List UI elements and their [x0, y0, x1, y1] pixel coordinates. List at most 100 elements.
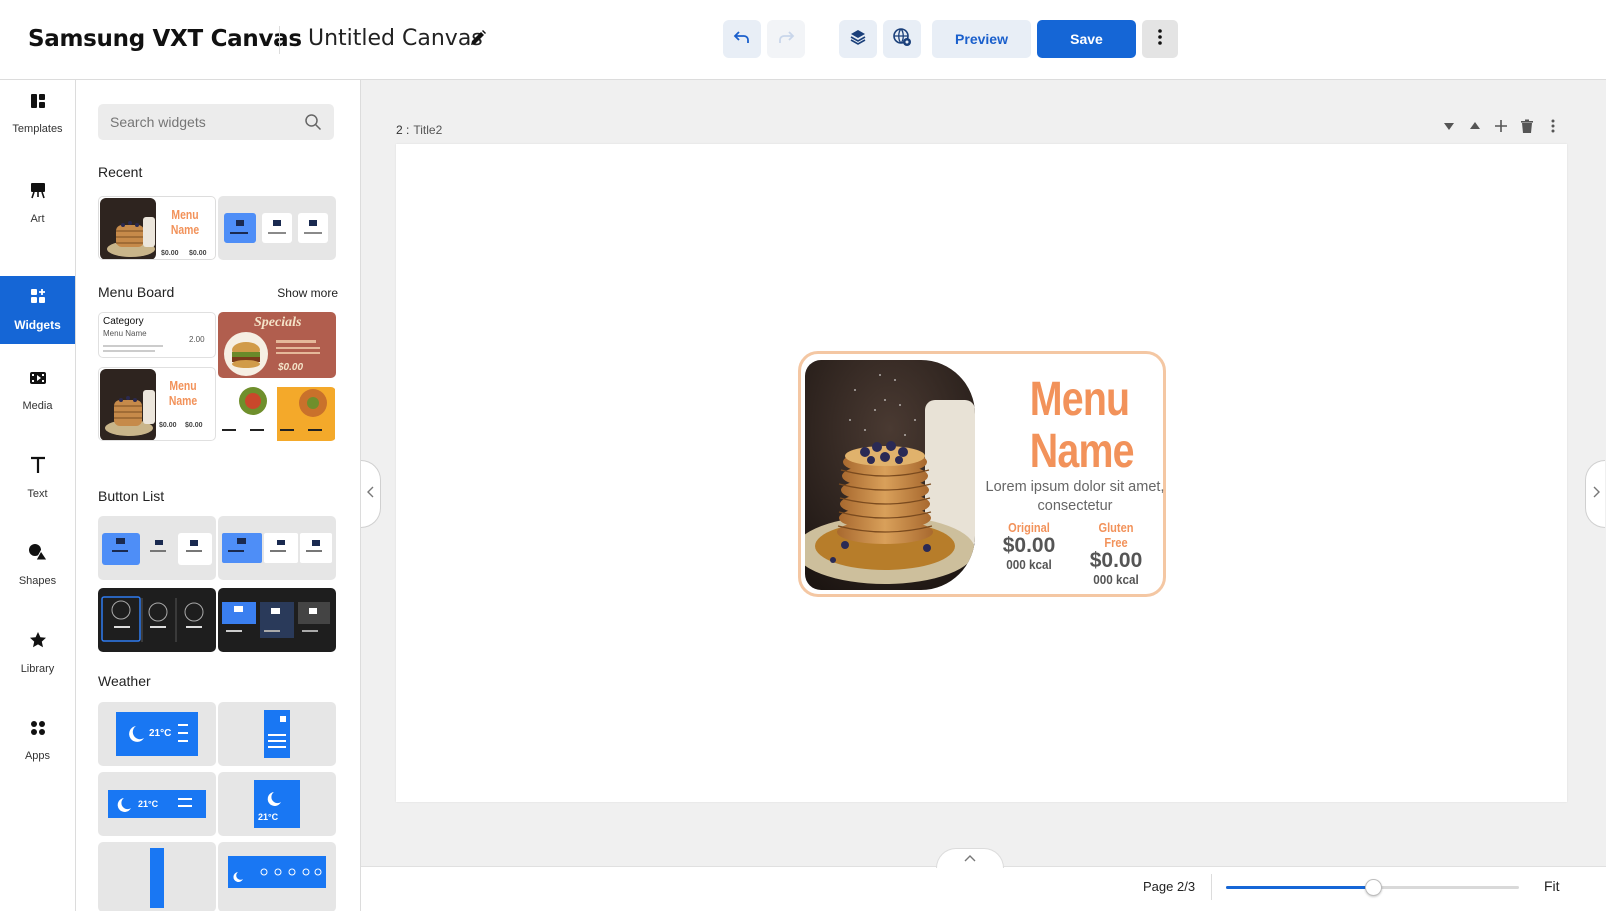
edit-pencil-icon[interactable] — [468, 28, 488, 48]
kebab-icon — [1158, 28, 1162, 50]
thumb-price: $0.00 — [185, 422, 203, 429]
price-column-original: Original $0.00 000 kcal — [994, 520, 1064, 572]
layers-button[interactable] — [839, 20, 877, 58]
zoom-slider-handle[interactable] — [1364, 879, 1382, 896]
button-list-preview — [101, 596, 204, 642]
button-list-dark-thumb-2[interactable] — [218, 588, 336, 652]
footer-divider — [1211, 874, 1212, 900]
redo-button[interactable] — [767, 20, 805, 58]
easel-icon — [29, 181, 47, 204]
apps-icon — [30, 720, 46, 741]
weather-section-title: Weather — [98, 673, 151, 689]
recent-button-list-thumb[interactable] — [218, 196, 336, 260]
rail-item-label: Text — [27, 488, 48, 500]
header-divider — [279, 26, 280, 54]
page-name[interactable]: Title2 — [413, 123, 442, 137]
fit-button[interactable]: Fit — [1544, 878, 1560, 894]
weather-forecast-preview — [233, 868, 322, 882]
price-column-gluten-free: Gluten Free $0.00 000 kcal — [1081, 520, 1151, 587]
kcal-value: 000 kcal — [1093, 572, 1139, 587]
weather-thumb-5[interactable] — [98, 842, 216, 911]
menu-widget[interactable]: Menu Name Lorem ipsum dolor sit amet, co… — [798, 351, 1166, 597]
globe-settings-icon — [892, 27, 912, 52]
expand-pages-tab[interactable] — [936, 848, 1004, 868]
weather-thumb-2[interactable] — [218, 702, 336, 766]
button-list-light-thumb-2[interactable] — [218, 516, 336, 580]
button-list-light-thumb-1[interactable] — [98, 516, 216, 580]
redo-icon — [777, 28, 795, 51]
thumb-price: $0.00 — [161, 250, 179, 257]
language-button[interactable] — [883, 20, 921, 58]
page-indicator: Page 2/3 — [1143, 879, 1196, 894]
food-grid-thumb[interactable] — [218, 387, 336, 441]
button-list-dark-thumb-1[interactable] — [98, 588, 216, 652]
rail-item-widgets[interactable]: Widgets — [0, 276, 75, 344]
weather-thumb-4[interactable]: 21°C — [218, 772, 336, 836]
page-label: 2 : Title2 — [396, 123, 442, 137]
rail-item-apps[interactable]: Apps — [0, 707, 75, 775]
price-label: Gluten Free — [1098, 520, 1134, 550]
button-list-preview — [222, 602, 330, 638]
weather-thumb-6[interactable] — [218, 842, 336, 911]
thumb-temp: 21°C — [258, 812, 279, 822]
page-toolbar — [1441, 118, 1561, 134]
rail-item-library[interactable]: Library — [0, 619, 75, 687]
delete-page-icon[interactable] — [1519, 118, 1535, 134]
next-page-tab[interactable] — [1585, 460, 1605, 528]
undo-icon — [733, 28, 751, 51]
thumb-menu-name: Menu Name — [170, 207, 200, 237]
menu-category-thumb[interactable]: Category Menu Name 2.00 — [98, 312, 216, 358]
rail-item-shapes[interactable]: Shapes — [0, 531, 75, 599]
widget-search-box[interactable] — [98, 104, 334, 140]
button-list-section-title: Button List — [98, 488, 165, 504]
rail-item-templates[interactable]: Templates — [0, 80, 75, 148]
zoom-slider-fill — [1226, 886, 1373, 889]
top-bar: Samsung VXT Canvas Untitled Canvas Previ… — [0, 0, 1606, 80]
price-value: $0.00 — [1002, 534, 1056, 557]
left-navigation-rail: Templates Art Widgets Media Text Shapes … — [0, 80, 76, 911]
thumb-menu-name-small: Menu Name — [103, 329, 147, 338]
button-list-preview — [222, 533, 332, 563]
weather-thumb-1[interactable]: 21°C — [98, 702, 216, 766]
search-icon[interactable] — [304, 113, 322, 134]
menu-name-thumb[interactable]: Menu Name $0.00 $0.00 — [98, 367, 216, 441]
pancake-photo — [805, 360, 975, 590]
document-title[interactable]: Untitled Canvas — [308, 26, 483, 51]
rail-item-art[interactable]: Art — [0, 169, 75, 237]
weather-thumb-3[interactable]: 21°C — [98, 772, 216, 836]
weather-forecast-preview — [268, 716, 286, 748]
prev-page-tab[interactable] — [361, 460, 381, 528]
chevron-right-icon — [1592, 485, 1600, 503]
page-more-icon[interactable] — [1545, 118, 1561, 134]
thumb-specials-price: $0.00 — [278, 362, 304, 373]
rail-item-label: Widgets — [14, 318, 61, 332]
page-number: 2 : — [396, 123, 410, 137]
more-options-button[interactable] — [1142, 20, 1178, 58]
star-icon — [29, 631, 47, 654]
preview-button[interactable]: Preview — [932, 20, 1031, 58]
save-button[interactable]: Save — [1037, 20, 1136, 58]
thumb-menu-name: Menu Name — [168, 378, 198, 408]
recent-section-title: Recent — [98, 164, 143, 180]
add-page-icon[interactable] — [1493, 118, 1509, 134]
rail-item-label: Shapes — [18, 575, 57, 587]
widgets-icon — [30, 288, 46, 309]
kcal-value: 000 kcal — [1006, 557, 1052, 572]
moon-icon — [267, 792, 281, 806]
rail-item-text[interactable]: Text — [0, 444, 75, 512]
show-more-link[interactable]: Show more — [277, 286, 338, 300]
move-down-icon[interactable] — [1441, 118, 1457, 134]
move-up-icon[interactable] — [1467, 118, 1483, 134]
specials-thumb[interactable]: Specials $0.00 — [218, 312, 336, 378]
thumb-temp: 21°C — [149, 728, 172, 739]
app-brand: Samsung VXT Canvas — [28, 26, 302, 52]
text-icon — [30, 456, 46, 479]
rail-item-label: Apps — [24, 750, 51, 762]
thumb-price: $0.00 — [189, 250, 207, 257]
menu-board-section-title: Menu Board — [98, 284, 175, 300]
recent-menu-thumb[interactable]: Menu Name $0.00 $0.00 — [98, 196, 216, 260]
rail-item-media[interactable]: Media — [0, 357, 75, 425]
search-input[interactable] — [110, 114, 300, 130]
zoom-slider[interactable] — [1226, 879, 1519, 896]
undo-button[interactable] — [723, 20, 761, 58]
